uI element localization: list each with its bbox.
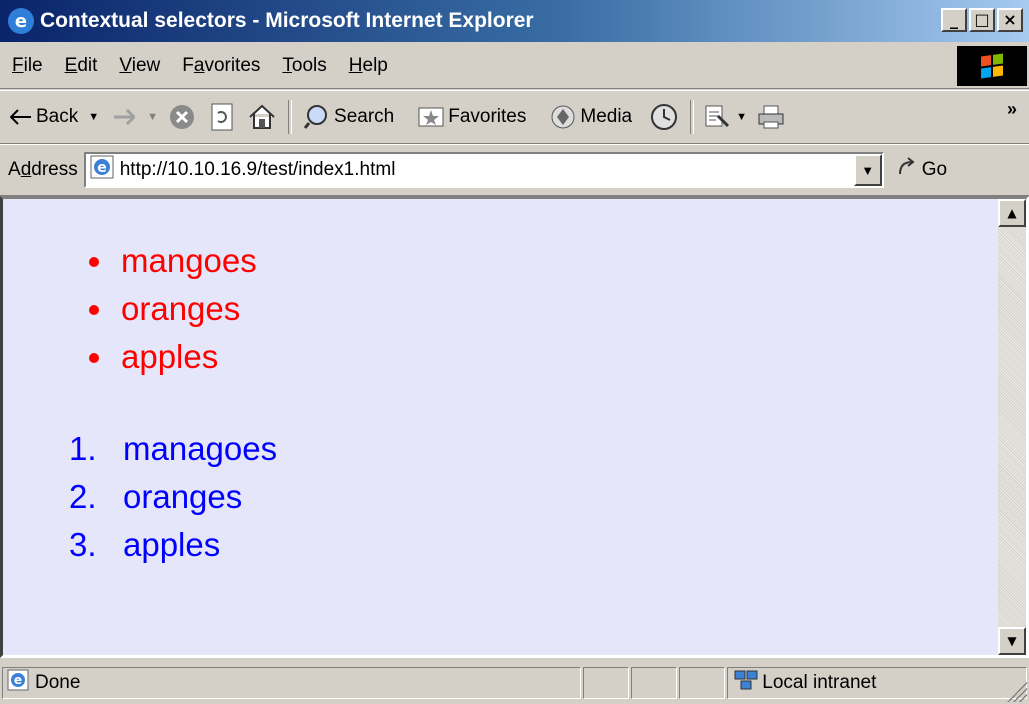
favorites-button[interactable]: Favorites bbox=[418, 106, 526, 128]
scroll-up-button[interactable]: ▲ bbox=[998, 199, 1026, 227]
window-title: Contextual selectors - Microsoft Interne… bbox=[40, 9, 534, 32]
media-icon bbox=[550, 104, 576, 130]
list-item: 1. managoes bbox=[69, 430, 278, 467]
ordered-fruit-list: 1. managoes 2. oranges 3. apples bbox=[69, 425, 277, 569]
menu-file[interactable]: File bbox=[12, 55, 43, 77]
list-item: oranges bbox=[89, 285, 257, 333]
list-item: apples bbox=[89, 333, 257, 381]
forward-button[interactable]: ▼ bbox=[113, 109, 158, 125]
toolbar-separator bbox=[690, 100, 695, 134]
address-bar: Address e http://10.10.16.9/test/index1.… bbox=[0, 144, 1029, 196]
status-pane bbox=[583, 667, 630, 699]
svg-text:e: e bbox=[14, 673, 22, 687]
list-item: mangoes bbox=[89, 237, 257, 285]
unordered-fruit-list: mangoes oranges apples bbox=[89, 237, 257, 381]
stop-button[interactable] bbox=[168, 103, 200, 131]
favorites-star-icon bbox=[418, 106, 444, 128]
zone-label: Local intranet bbox=[762, 672, 877, 693]
favorites-label: Favorites bbox=[448, 106, 527, 127]
history-button[interactable] bbox=[650, 103, 682, 131]
go-button[interactable]: Go bbox=[896, 156, 947, 184]
address-label: Address bbox=[8, 159, 78, 180]
title-bar[interactable]: e Contextual selectors - Microsoft Inter… bbox=[0, 0, 1029, 42]
windows-logo-icon bbox=[957, 46, 1027, 86]
refresh-button[interactable] bbox=[210, 103, 238, 131]
close-button[interactable]: × bbox=[997, 8, 1023, 32]
vertical-scrollbar[interactable]: ▲ ▼ bbox=[998, 199, 1026, 655]
browser-window: e Contextual selectors - Microsoft Inter… bbox=[0, 0, 1029, 704]
menu-edit[interactable]: Edit bbox=[65, 55, 98, 77]
local-intranet-icon bbox=[734, 669, 758, 697]
status-ie-icon: e bbox=[7, 669, 29, 697]
menu-view[interactable]: View bbox=[119, 55, 160, 77]
minimize-button[interactable]: _ bbox=[941, 8, 967, 32]
menu-help[interactable]: Help bbox=[349, 55, 388, 77]
home-icon bbox=[248, 104, 276, 130]
status-pane bbox=[679, 667, 726, 699]
back-label: Back bbox=[36, 106, 79, 127]
menu-favorites[interactable]: Favorites bbox=[182, 55, 260, 77]
scroll-down-button[interactable]: ▼ bbox=[998, 627, 1026, 655]
home-button[interactable] bbox=[248, 104, 280, 130]
status-text-pane: e Done bbox=[2, 667, 582, 699]
page-content: mangoes oranges apples 1. managoes 2. oran… bbox=[0, 196, 1029, 658]
go-arrow-icon bbox=[896, 156, 918, 184]
menu-tools[interactable]: Tools bbox=[282, 55, 326, 77]
search-label: Search bbox=[334, 106, 395, 127]
list-item: 3. apples bbox=[69, 526, 221, 563]
back-button[interactable]: Back ▼ bbox=[10, 106, 99, 128]
go-label: Go bbox=[921, 159, 948, 180]
ie-page-icon: e bbox=[90, 155, 114, 185]
forward-dropdown-icon[interactable]: ▼ bbox=[147, 111, 158, 123]
back-dropdown-icon[interactable]: ▼ bbox=[88, 111, 99, 123]
print-button[interactable] bbox=[757, 104, 789, 130]
toolbar-chevron[interactable]: » bbox=[1007, 99, 1017, 120]
maximize-button[interactable]: □ bbox=[969, 8, 995, 32]
address-dropdown-button[interactable]: ▼ bbox=[853, 154, 882, 186]
media-button[interactable]: Media bbox=[550, 104, 632, 130]
svg-text:e: e bbox=[97, 160, 107, 176]
mail-icon bbox=[704, 104, 732, 130]
forward-arrow-icon bbox=[113, 109, 136, 125]
resize-grip[interactable] bbox=[1007, 682, 1027, 702]
search-icon bbox=[304, 104, 330, 130]
mail-button[interactable]: ▼ bbox=[704, 104, 747, 130]
printer-icon bbox=[757, 104, 785, 130]
menu-bar: File Edit View Favorites Tools Help bbox=[0, 44, 1029, 89]
mail-dropdown-icon[interactable]: ▼ bbox=[736, 111, 747, 123]
window-controls: _ □ × bbox=[941, 8, 1023, 32]
status-pane bbox=[631, 667, 678, 699]
zone-pane: Local intranet bbox=[727, 667, 1027, 699]
status-bar: e Done Local intranet bbox=[0, 662, 1029, 704]
status-text: Done bbox=[35, 672, 81, 693]
history-icon bbox=[650, 103, 678, 131]
stop-icon bbox=[168, 103, 196, 131]
standard-toolbar: Back ▼ ▼ Search Favorites Media ▼ » bbox=[0, 90, 1029, 144]
media-label: Media bbox=[580, 106, 633, 127]
refresh-icon bbox=[210, 103, 234, 131]
toolbar-separator bbox=[288, 100, 293, 134]
list-item: 2. oranges bbox=[69, 478, 243, 515]
address-url: http://10.10.16.9/test/index1.html bbox=[119, 159, 396, 180]
back-arrow-icon bbox=[10, 109, 32, 125]
ie-logo-icon: e bbox=[8, 8, 34, 34]
search-button[interactable]: Search bbox=[304, 104, 394, 130]
address-input[interactable]: e http://10.10.16.9/test/index1.html ▼ bbox=[83, 152, 884, 188]
